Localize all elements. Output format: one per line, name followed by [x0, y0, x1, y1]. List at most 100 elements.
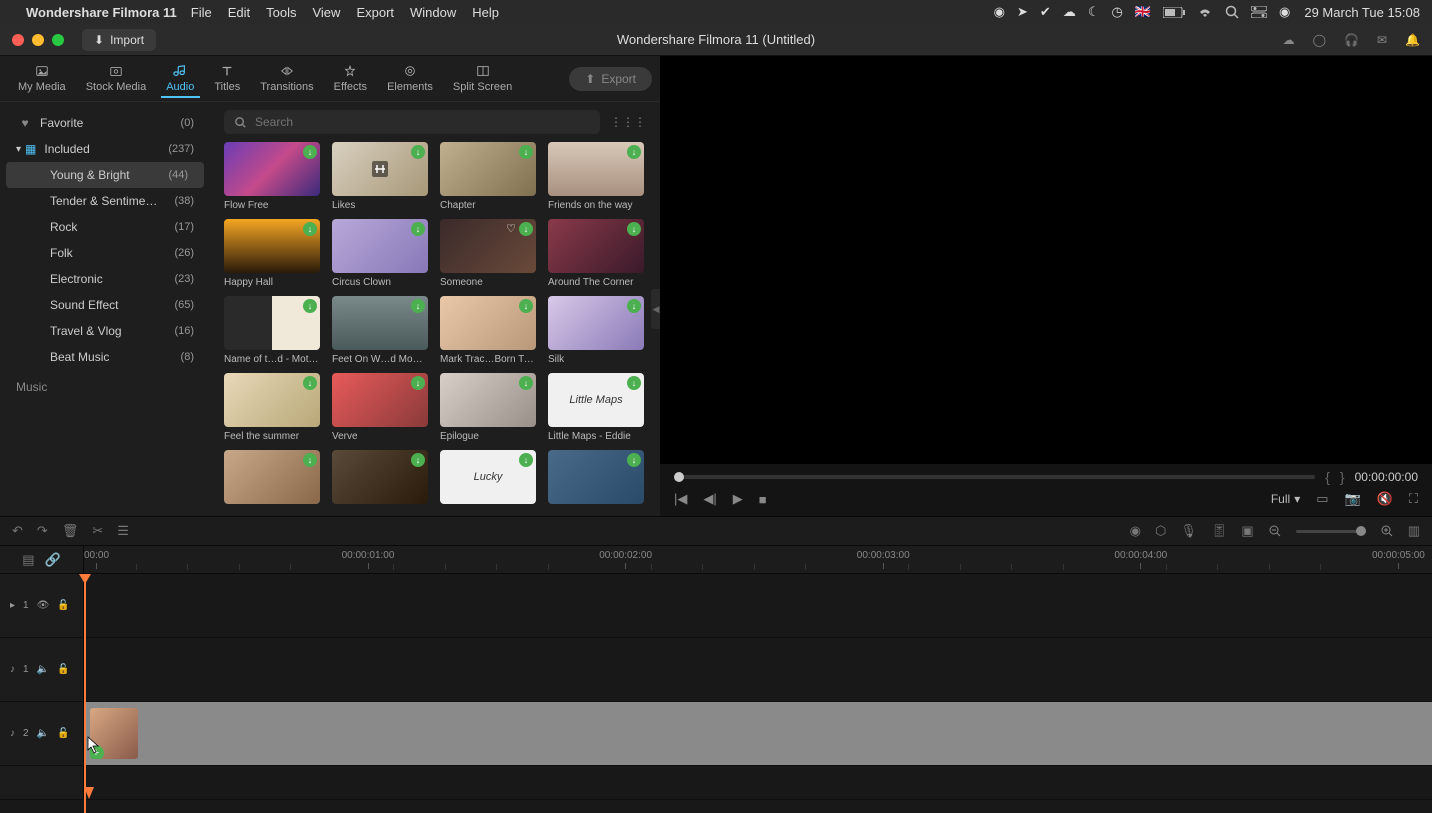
download-badge-icon[interactable]: ↓	[519, 376, 533, 390]
audio-track-2-lane[interactable]: +	[84, 702, 1432, 765]
download-badge-icon[interactable]: ↓	[411, 222, 425, 236]
download-badge-icon[interactable]: ↓	[519, 145, 533, 159]
zoom-in-button[interactable]	[1380, 524, 1394, 538]
mixer-icon[interactable]: 🎚	[1211, 523, 1228, 539]
thumb-image[interactable]: ↓♡	[440, 219, 536, 273]
menu-edit[interactable]: Edit	[228, 5, 250, 20]
lock-icon[interactable]: 🔓	[57, 728, 69, 739]
download-badge-icon[interactable]: ↓	[627, 299, 641, 313]
thumb-cell[interactable]: ↓	[224, 450, 320, 508]
tab-transitions[interactable]: Transitions	[250, 60, 323, 97]
visibility-icon[interactable]: 👁	[37, 600, 50, 611]
cloud-icon[interactable]: ☁	[1063, 4, 1076, 20]
thumb-cell[interactable]: ↓Feet On W…d Moment	[332, 296, 428, 365]
battery-icon[interactable]	[1163, 7, 1185, 18]
sidebar-item-electronic[interactable]: Electronic(23)	[0, 266, 210, 292]
thumb-cell[interactable]: ↓Epilogue	[440, 373, 536, 442]
thumb-cell[interactable]: ↓	[332, 450, 428, 508]
cloud-sync-icon[interactable]: ☁	[1283, 33, 1295, 47]
menubar-datetime[interactable]: 29 March Tue 15:08	[1304, 5, 1420, 20]
maximize-window-button[interactable]	[52, 34, 64, 46]
thumb-cell[interactable]: ↓♡Someone	[440, 219, 536, 288]
menu-file[interactable]: File	[191, 5, 212, 20]
location-icon[interactable]: ➤	[1017, 4, 1028, 20]
menu-help[interactable]: Help	[472, 5, 499, 20]
audio-track-1-lane[interactable]	[84, 638, 1432, 701]
step-back-button[interactable]: ◀|	[703, 491, 716, 507]
thumb-image[interactable]: ↓	[332, 450, 428, 504]
sidebar-item-folk[interactable]: Folk(26)	[0, 240, 210, 266]
quality-dropdown[interactable]: Full▾	[1271, 492, 1300, 506]
heart-icon[interactable]: ♡	[506, 222, 516, 235]
download-badge-icon[interactable]: ↓	[303, 145, 317, 159]
thumb-cell[interactable]: ↓Silk	[548, 296, 644, 365]
thumb-cell[interactable]: ↓Mark Trac…Born Twice	[440, 296, 536, 365]
delete-button[interactable]: 🗑	[62, 523, 79, 539]
download-badge-icon[interactable]: ↓	[519, 299, 533, 313]
search-box[interactable]	[224, 110, 600, 134]
message-icon[interactable]: ✉	[1377, 33, 1387, 47]
thumb-image[interactable]: ↓	[440, 373, 536, 427]
search-icon[interactable]	[1225, 5, 1239, 19]
thumb-image[interactable]: ↓	[332, 142, 428, 196]
thumb-image[interactable]: ↓	[332, 373, 428, 427]
timeline-bottom-lane[interactable]	[84, 766, 1432, 799]
download-badge-icon[interactable]: ↓	[627, 453, 641, 467]
tab-elements[interactable]: Elements	[377, 60, 443, 97]
sidebar-included[interactable]: ▾ ▦ Included (237)	[0, 136, 210, 162]
thumb-image[interactable]: ↓	[548, 219, 644, 273]
voiceover-icon[interactable]: 🎙	[1180, 523, 1197, 539]
download-badge-icon[interactable]: ↓	[411, 453, 425, 467]
sidebar-item-sound-effect[interactable]: Sound Effect(65)	[0, 292, 210, 318]
menu-tools[interactable]: Tools	[266, 5, 296, 20]
mute-icon[interactable]: 🔈	[37, 728, 49, 739]
playhead[interactable]	[84, 574, 86, 813]
download-badge-icon[interactable]: ↓	[303, 299, 317, 313]
thumb-image[interactable]: ↓	[548, 142, 644, 196]
marker-in-icon[interactable]: {	[1325, 469, 1330, 485]
download-badge-icon[interactable]: ↓	[411, 376, 425, 390]
lock-icon[interactable]: 🔓	[57, 600, 69, 611]
thumb-image[interactable]: ↓	[224, 142, 320, 196]
volume-icon[interactable]: 🔇	[1377, 491, 1393, 507]
thumb-image[interactable]: ↓	[548, 450, 644, 504]
thumb-cell[interactable]: ↓Flow Free	[224, 142, 320, 211]
thumb-image[interactable]: ↓	[224, 219, 320, 273]
download-badge-icon[interactable]: ↓	[627, 376, 641, 390]
zoom-slider[interactable]	[1296, 530, 1366, 533]
mute-icon[interactable]: 🔈	[37, 664, 49, 675]
undo-button[interactable]: ↶	[12, 523, 23, 539]
sidebar-item-young-bright[interactable]: Young & Bright(44)	[6, 162, 204, 188]
marker-icon[interactable]: ⬡	[1155, 523, 1166, 539]
account-icon[interactable]: ◯	[1313, 33, 1326, 47]
flag-icon[interactable]: 🇬🇧	[1135, 4, 1151, 20]
import-button[interactable]: ⬇ Import	[82, 29, 156, 51]
thumb-cell[interactable]: ↓Likes	[332, 142, 428, 211]
thumb-cell[interactable]: ↓Feel the summer	[224, 373, 320, 442]
thumb-cell[interactable]: ↓Happy Hall	[224, 219, 320, 288]
zoom-out-button[interactable]	[1268, 524, 1282, 538]
stop-button[interactable]: ■	[759, 492, 767, 507]
thumb-cell[interactable]: ↓Friends on the way	[548, 142, 644, 211]
download-badge-icon[interactable]: ↓	[519, 222, 533, 236]
tab-split-screen[interactable]: Split Screen	[443, 60, 522, 97]
thumb-image[interactable]: ↓	[224, 296, 320, 350]
grid-view-toggle[interactable]: ⋮⋮⋮	[610, 115, 646, 129]
snapshot-icon[interactable]: 📷	[1345, 491, 1361, 507]
play-button[interactable]: ▶	[733, 491, 743, 507]
more-button[interactable]: ☰	[117, 523, 129, 539]
control-center-icon[interactable]	[1251, 6, 1267, 18]
zoom-knob[interactable]	[1356, 526, 1366, 536]
preview-canvas[interactable]	[660, 56, 1432, 464]
download-badge-icon[interactable]: ↓	[303, 453, 317, 467]
lock-icon[interactable]: 🔓	[57, 664, 69, 675]
thumb-cell[interactable]: ↓Chapter	[440, 142, 536, 211]
preview-scrubber[interactable]	[674, 475, 1315, 479]
thumb-image[interactable]: ↓	[332, 296, 428, 350]
video-track-1-lane[interactable]	[84, 574, 1432, 637]
close-window-button[interactable]	[12, 34, 24, 46]
thumb-cell[interactable]: ↓Name of t…d - Motions	[224, 296, 320, 365]
sidebar-item-rock[interactable]: Rock(17)	[0, 214, 210, 240]
tab-titles[interactable]: Titles	[204, 60, 250, 97]
sidebar-item-beat-music[interactable]: Beat Music(8)	[0, 344, 210, 370]
